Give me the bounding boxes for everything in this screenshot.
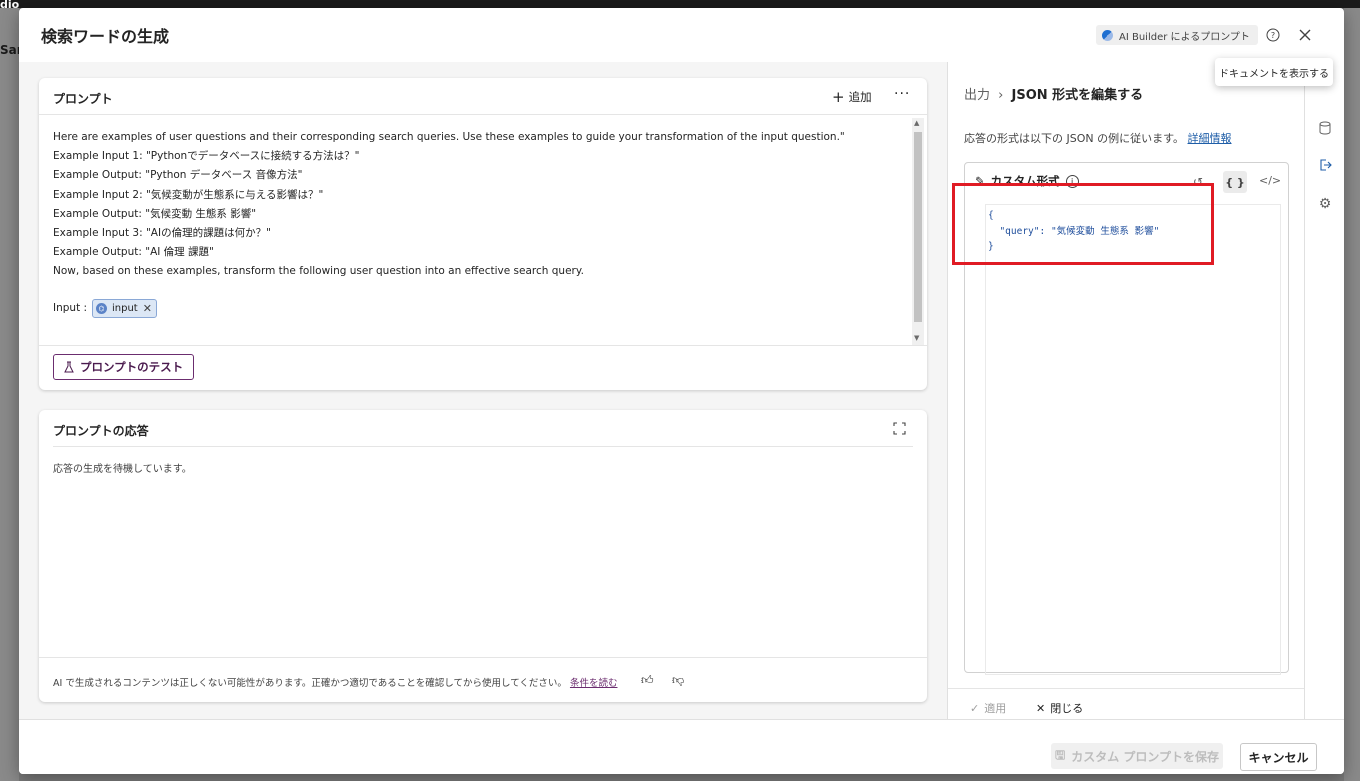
remove-chip-icon[interactable]: ✕ bbox=[143, 302, 152, 315]
scroll-up-icon[interactable]: ▲ bbox=[914, 119, 919, 127]
breadcrumb: 出力 › JSON 形式を編集する bbox=[964, 84, 1143, 103]
apply-button-label: 適用 bbox=[984, 702, 1007, 715]
prompt-line: Example Input 3: "AIの倫理的課題は何か？" bbox=[53, 227, 271, 240]
docs-tooltip: ドキュメントを表示する bbox=[1215, 58, 1333, 86]
close-x-icon: ✕ bbox=[1036, 701, 1046, 715]
prompt-card-title: プロンプト bbox=[53, 92, 113, 106]
app-left-edge bbox=[0, 8, 19, 781]
details-link[interactable]: 詳細情報 bbox=[1188, 132, 1232, 145]
breadcrumb-output[interactable]: 出力 bbox=[964, 88, 990, 103]
flask-icon bbox=[64, 361, 74, 373]
database-icon[interactable] bbox=[1316, 119, 1334, 137]
prompt-line: Example Output: "Python データベース 音像方法" bbox=[53, 169, 303, 182]
add-button[interactable]: + 追加 bbox=[832, 89, 872, 105]
side-rail: ⚙ bbox=[1304, 62, 1344, 719]
close-panel-button-label: 閉じる bbox=[1050, 702, 1084, 715]
more-options-icon[interactable]: ··· bbox=[894, 86, 910, 102]
prompt-card-divider bbox=[39, 114, 927, 115]
prompt-dialog: 検索ワードの生成 AI Builder によるプロンプト ? プロンプト + 追… bbox=[19, 8, 1344, 774]
prompt-line: Here are examples of user questions and … bbox=[53, 131, 845, 143]
prompt-workspace: プロンプト + 追加 ··· Here are examples of user… bbox=[19, 62, 947, 719]
app-topbar bbox=[0, 0, 1360, 8]
chevron-right-icon: › bbox=[998, 88, 1004, 103]
dialog-footer: 🖫︎ カスタム プロンプトを保存 キャンセル bbox=[19, 719, 1344, 774]
format-description: 応答の形式は以下の JSON の例に従います。 詳細情報 bbox=[964, 130, 1232, 146]
input-chip-label: input bbox=[112, 303, 138, 314]
terms-link[interactable]: 条件を読む bbox=[570, 678, 618, 689]
help-icon[interactable]: ? bbox=[1263, 25, 1283, 45]
dialog-title: 検索ワードの生成 bbox=[41, 27, 170, 46]
json-format-panel: 出力 › JSON 形式を編集する 応答の形式は以下の JSON の例に従います… bbox=[947, 62, 1305, 719]
output-icon[interactable] bbox=[1316, 156, 1334, 174]
save-icon: 🖫︎ bbox=[1054, 747, 1066, 762]
input-label: Input : bbox=[53, 302, 88, 314]
prompt-card-footer-divider bbox=[39, 345, 927, 346]
plus-icon: + bbox=[832, 88, 845, 106]
prompt-card: プロンプト + 追加 ··· Here are examples of user… bbox=[39, 78, 927, 390]
test-prompt-button-label: プロンプトのテスト bbox=[80, 360, 184, 374]
response-footer-divider bbox=[39, 657, 927, 658]
ai-builder-badge-label: AI Builder によるプロンプト bbox=[1119, 31, 1250, 43]
save-custom-prompt-button[interactable]: 🖫︎ カスタム プロンプトを保存 bbox=[1051, 743, 1223, 769]
response-waiting-text: 応答の生成を待機しています。 bbox=[53, 464, 192, 475]
prompt-text-editor[interactable]: Here are examples of user questions and … bbox=[53, 128, 903, 282]
breadcrumb-current: JSON 形式を編集する bbox=[1011, 88, 1144, 103]
scroll-down-icon[interactable]: ▼ bbox=[914, 334, 919, 342]
ai-disclaimer: AI で生成されるコンテンツは正しくない可能性があります。正確かつ適切であること… bbox=[53, 675, 617, 689]
app-title-fragment: dio bbox=[0, 0, 20, 11]
variable-icon: ⌬ bbox=[96, 303, 107, 314]
close-panel-button[interactable]: ✕ 閉じる bbox=[1036, 700, 1083, 716]
app-right-edge bbox=[1344, 8, 1360, 781]
thumbs-down-icon[interactable]: 👎︎ bbox=[672, 673, 684, 688]
ai-builder-badge: AI Builder によるプロンプト bbox=[1096, 25, 1258, 45]
json-view-icon[interactable]: { } bbox=[1223, 171, 1247, 193]
cancel-button[interactable]: キャンセル bbox=[1240, 743, 1317, 771]
code-view-icon[interactable]: </> bbox=[1259, 174, 1281, 187]
input-chip[interactable]: ⌬ input ✕ bbox=[92, 299, 157, 318]
checkmark-icon: ✓ bbox=[970, 701, 980, 715]
prompt-line: Example Output: "AI 倫理 課題" bbox=[53, 246, 214, 259]
ai-builder-icon bbox=[1102, 29, 1113, 41]
format-description-text: 応答の形式は以下の JSON の例に従います。 bbox=[964, 132, 1185, 145]
prompt-line: Now, based on these examples, transform … bbox=[53, 265, 584, 278]
expand-icon[interactable] bbox=[893, 422, 906, 438]
prompt-scrollbar[interactable]: ▲ ▼ bbox=[912, 118, 924, 346]
response-card: プロンプトの応答 応答の生成を待機しています。 AI で生成されるコンテンツは正… bbox=[39, 410, 927, 702]
apply-button[interactable]: ✓ 適用 bbox=[970, 700, 1006, 716]
thumbs-up-icon[interactable]: 👍︎ bbox=[641, 673, 654, 688]
panel-footer-divider bbox=[948, 688, 1305, 689]
save-custom-prompt-label: カスタム プロンプトを保存 bbox=[1071, 749, 1220, 764]
svg-text:?: ? bbox=[1271, 31, 1275, 40]
prompt-line: Example Input 1: "Pythonでデータベースに接続する方法は？… bbox=[53, 150, 360, 163]
scroll-thumb[interactable] bbox=[914, 132, 922, 322]
response-card-divider bbox=[53, 446, 913, 447]
ai-disclaimer-text: AI で生成されるコンテンツは正しくない可能性があります。正確かつ適切であること… bbox=[53, 678, 567, 689]
highlight-annotation-box bbox=[952, 183, 1214, 265]
prompt-line: Example Output: "気候変動 生態系 影響" bbox=[53, 207, 257, 220]
close-icon[interactable] bbox=[1295, 25, 1315, 45]
response-card-title: プロンプトの応答 bbox=[53, 424, 149, 438]
test-prompt-button[interactable]: プロンプトのテスト bbox=[53, 354, 195, 380]
json-code-editor[interactable]: { "query": "気候変動 生態系 影響"} bbox=[985, 204, 1281, 675]
prompt-line: Example Input 2: "気候変動が生態系に与える影響は？" bbox=[53, 188, 324, 201]
settings-gear-icon[interactable]: ⚙ bbox=[1316, 195, 1334, 213]
add-button-label: 追加 bbox=[848, 90, 872, 104]
